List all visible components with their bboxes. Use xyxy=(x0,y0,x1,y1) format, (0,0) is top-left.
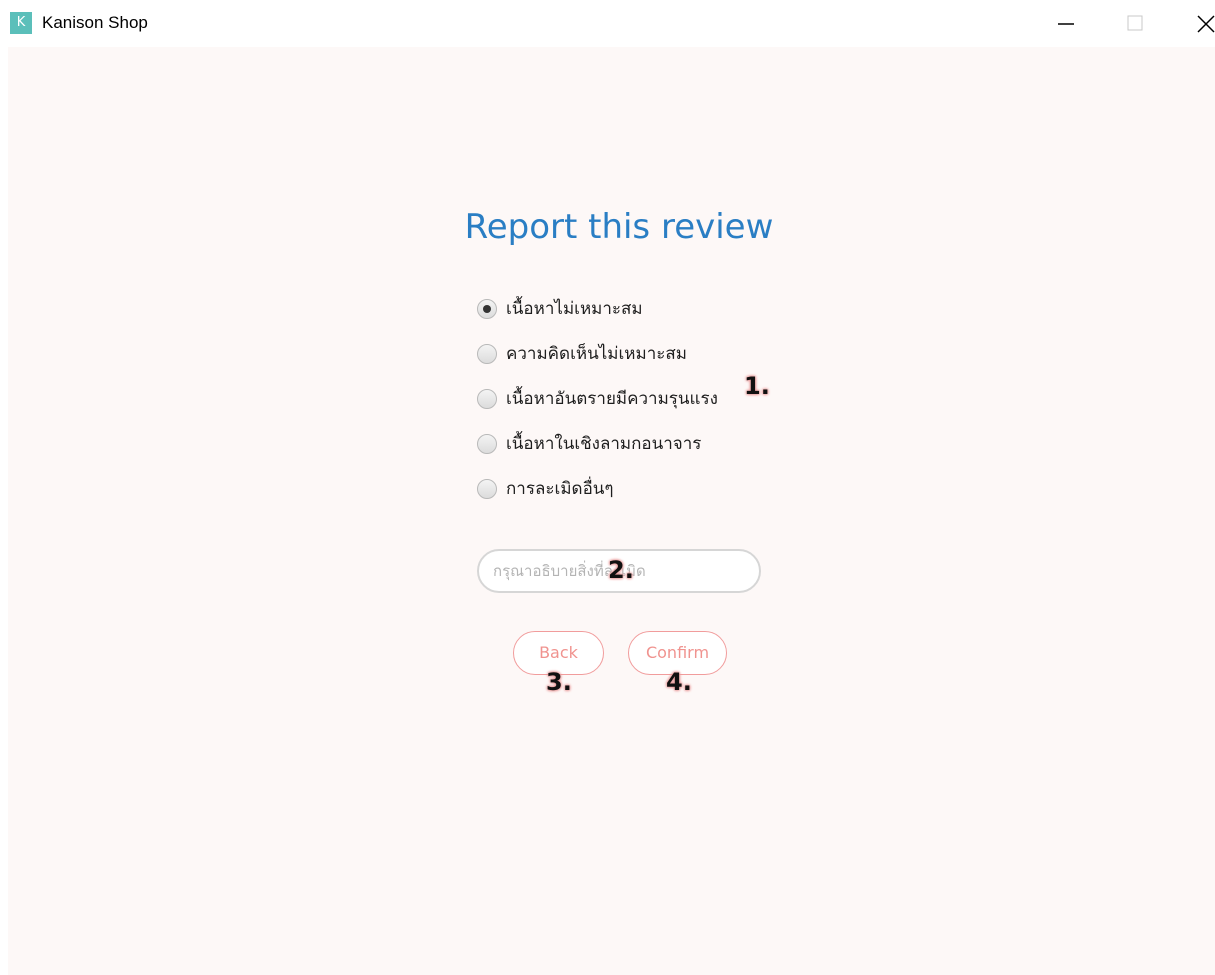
minimize-icon xyxy=(1058,23,1074,25)
radio-option-obscene-content[interactable]: เนื้อหาในเชิงลามกอนาจาร xyxy=(477,421,718,466)
minimize-button[interactable] xyxy=(1036,0,1096,47)
radio-button-selected[interactable] xyxy=(477,298,497,319)
radio-button[interactable] xyxy=(477,388,497,409)
report-reason-group: เนื้อหาไม่เหมาะสม ความคิดเห็นไม่เหมาะสม … xyxy=(477,286,718,511)
close-icon xyxy=(1197,15,1215,33)
radio-option-inappropriate-comment[interactable]: ความคิดเห็นไม่เหมาะสม xyxy=(477,331,718,376)
radio-option-violent-content[interactable]: เนื้อหาอันตรายมีความรุนแรง xyxy=(477,376,718,421)
radio-button[interactable] xyxy=(477,478,497,499)
radio-label: การละเมิดอื่นๆ xyxy=(506,479,614,499)
radio-label: เนื้อหาในเชิงลามกอนาจาร xyxy=(506,434,702,454)
radio-option-inappropriate-content[interactable]: เนื้อหาไม่เหมาะสม xyxy=(477,286,718,331)
main-content: Report this review เนื้อหาไม่เหมาะสม ควา… xyxy=(8,47,1215,975)
annotation-marker-4: 4. xyxy=(666,668,692,696)
radio-label: เนื้อหาไม่เหมาะสม xyxy=(506,299,643,319)
annotation-marker-1: 1. xyxy=(744,372,770,400)
annotation-marker-2: 2. xyxy=(608,556,634,584)
maximize-button[interactable] xyxy=(1105,0,1165,47)
page-title: Report this review xyxy=(464,207,774,247)
radio-button[interactable] xyxy=(477,433,497,454)
radio-option-other-violation[interactable]: การละเมิดอื่นๆ xyxy=(477,466,718,511)
radio-label: ความคิดเห็นไม่เหมาะสม xyxy=(506,344,687,364)
close-button[interactable] xyxy=(1170,0,1215,47)
maximize-icon xyxy=(1127,15,1143,31)
radio-label: เนื้อหาอันตรายมีความรุนแรง xyxy=(506,389,718,409)
app-window: K Kanison Shop Report this review เนื้อห… xyxy=(0,0,1215,975)
window-title: Kanison Shop xyxy=(42,13,148,32)
title-bar: K Kanison Shop xyxy=(0,0,1215,47)
annotation-marker-3: 3. xyxy=(546,668,572,696)
radio-button[interactable] xyxy=(477,343,497,364)
app-icon: K xyxy=(10,12,32,34)
